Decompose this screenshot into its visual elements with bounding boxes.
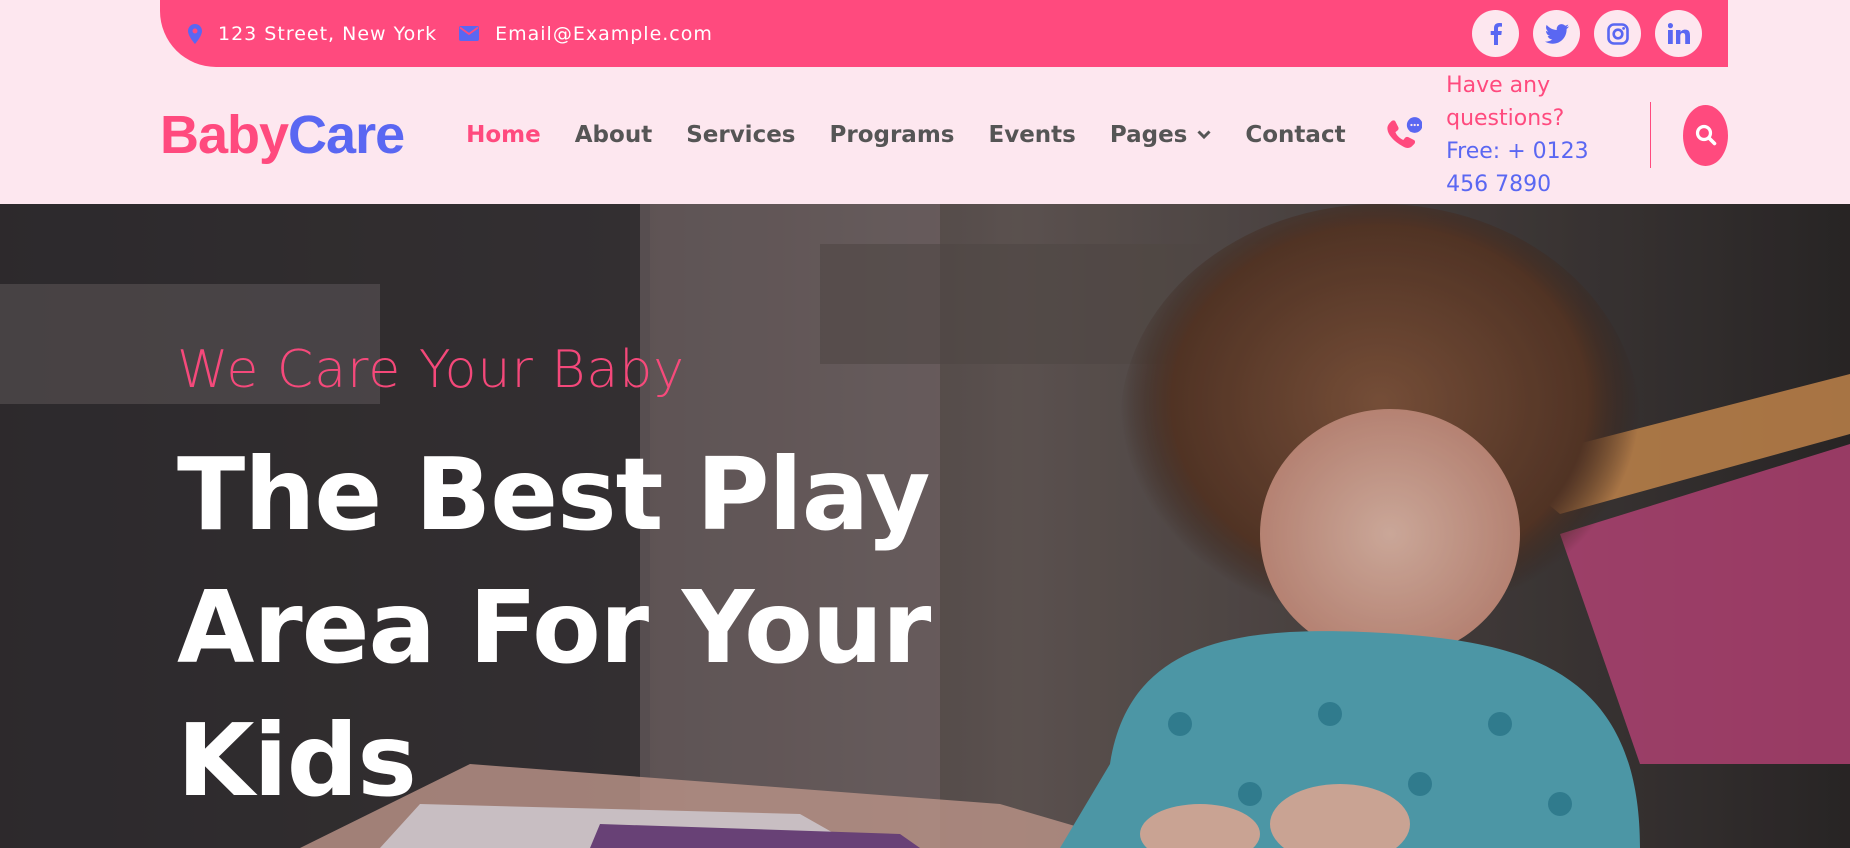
envelope-icon bbox=[459, 26, 480, 41]
brand-part1: Baby bbox=[160, 105, 289, 165]
contact-phone[interactable]: Free: + 0123 456 7890 bbox=[1446, 135, 1628, 201]
nav-item-services[interactable]: Services bbox=[686, 122, 795, 148]
search-button[interactable] bbox=[1683, 104, 1728, 166]
hero-title-line1: The Best Play bbox=[177, 436, 930, 553]
nav-item-pages-label: Pages bbox=[1109, 122, 1188, 148]
address-text: 123 Street, New York bbox=[218, 22, 438, 45]
phone-chat-icon bbox=[1386, 117, 1423, 148]
contact-text: Have any questions? Free: + 0123 456 789… bbox=[1446, 69, 1628, 201]
facebook-icon bbox=[1490, 22, 1502, 45]
hero-content: We Care Your Baby The Best Play Area For… bbox=[177, 340, 977, 827]
hero-title-line2: Area For Your bbox=[177, 569, 931, 686]
twitter-button[interactable] bbox=[1533, 10, 1580, 57]
nav-item-programs[interactable]: Programs bbox=[830, 122, 955, 148]
address-info: 123 Street, New York bbox=[188, 23, 437, 45]
nav-item-home[interactable]: Home bbox=[466, 122, 541, 148]
nav-item-about[interactable]: About bbox=[575, 122, 652, 148]
email-text[interactable]: Email@Example.com bbox=[495, 23, 713, 45]
nav-menu: Home About Services Programs Events Page… bbox=[466, 122, 1345, 148]
hero-title: The Best Play Area For Your Kids bbox=[177, 428, 977, 827]
social-links bbox=[1472, 10, 1702, 57]
linkedin-button[interactable] bbox=[1655, 10, 1702, 57]
nav-item-pages[interactable]: Pages bbox=[1110, 122, 1212, 148]
nav-divider bbox=[1649, 102, 1652, 168]
linkedin-icon bbox=[1667, 23, 1690, 44]
contact-question: Have any questions? bbox=[1446, 73, 1565, 131]
brand-part2: Care bbox=[288, 105, 405, 165]
email-info[interactable]: Email@Example.com bbox=[459, 23, 713, 45]
instagram-icon bbox=[1606, 22, 1629, 45]
contact-block: Have any questions? Free: + 0123 456 789… bbox=[1384, 69, 1628, 201]
top-bar: 123 Street, New York Email@Example.com bbox=[160, 0, 1728, 67]
instagram-button[interactable] bbox=[1594, 10, 1641, 57]
brand-logo[interactable]: BabyCare bbox=[160, 104, 405, 166]
nav-item-events[interactable]: Events bbox=[988, 122, 1075, 148]
hero-title-line3: Kids bbox=[177, 702, 417, 819]
twitter-icon bbox=[1544, 23, 1569, 44]
main-navbar: BabyCare Home About Services Programs Ev… bbox=[160, 67, 1728, 203]
hero-subtitle: We Care Your Baby bbox=[177, 340, 686, 400]
map-marker-icon bbox=[188, 23, 202, 44]
hero-section: We Care Your Baby The Best Play Area For… bbox=[0, 204, 1850, 848]
chevron-down-icon bbox=[1197, 130, 1211, 140]
nav-item-contact[interactable]: Contact bbox=[1245, 122, 1345, 148]
facebook-button[interactable] bbox=[1472, 10, 1519, 57]
search-icon bbox=[1695, 124, 1716, 146]
